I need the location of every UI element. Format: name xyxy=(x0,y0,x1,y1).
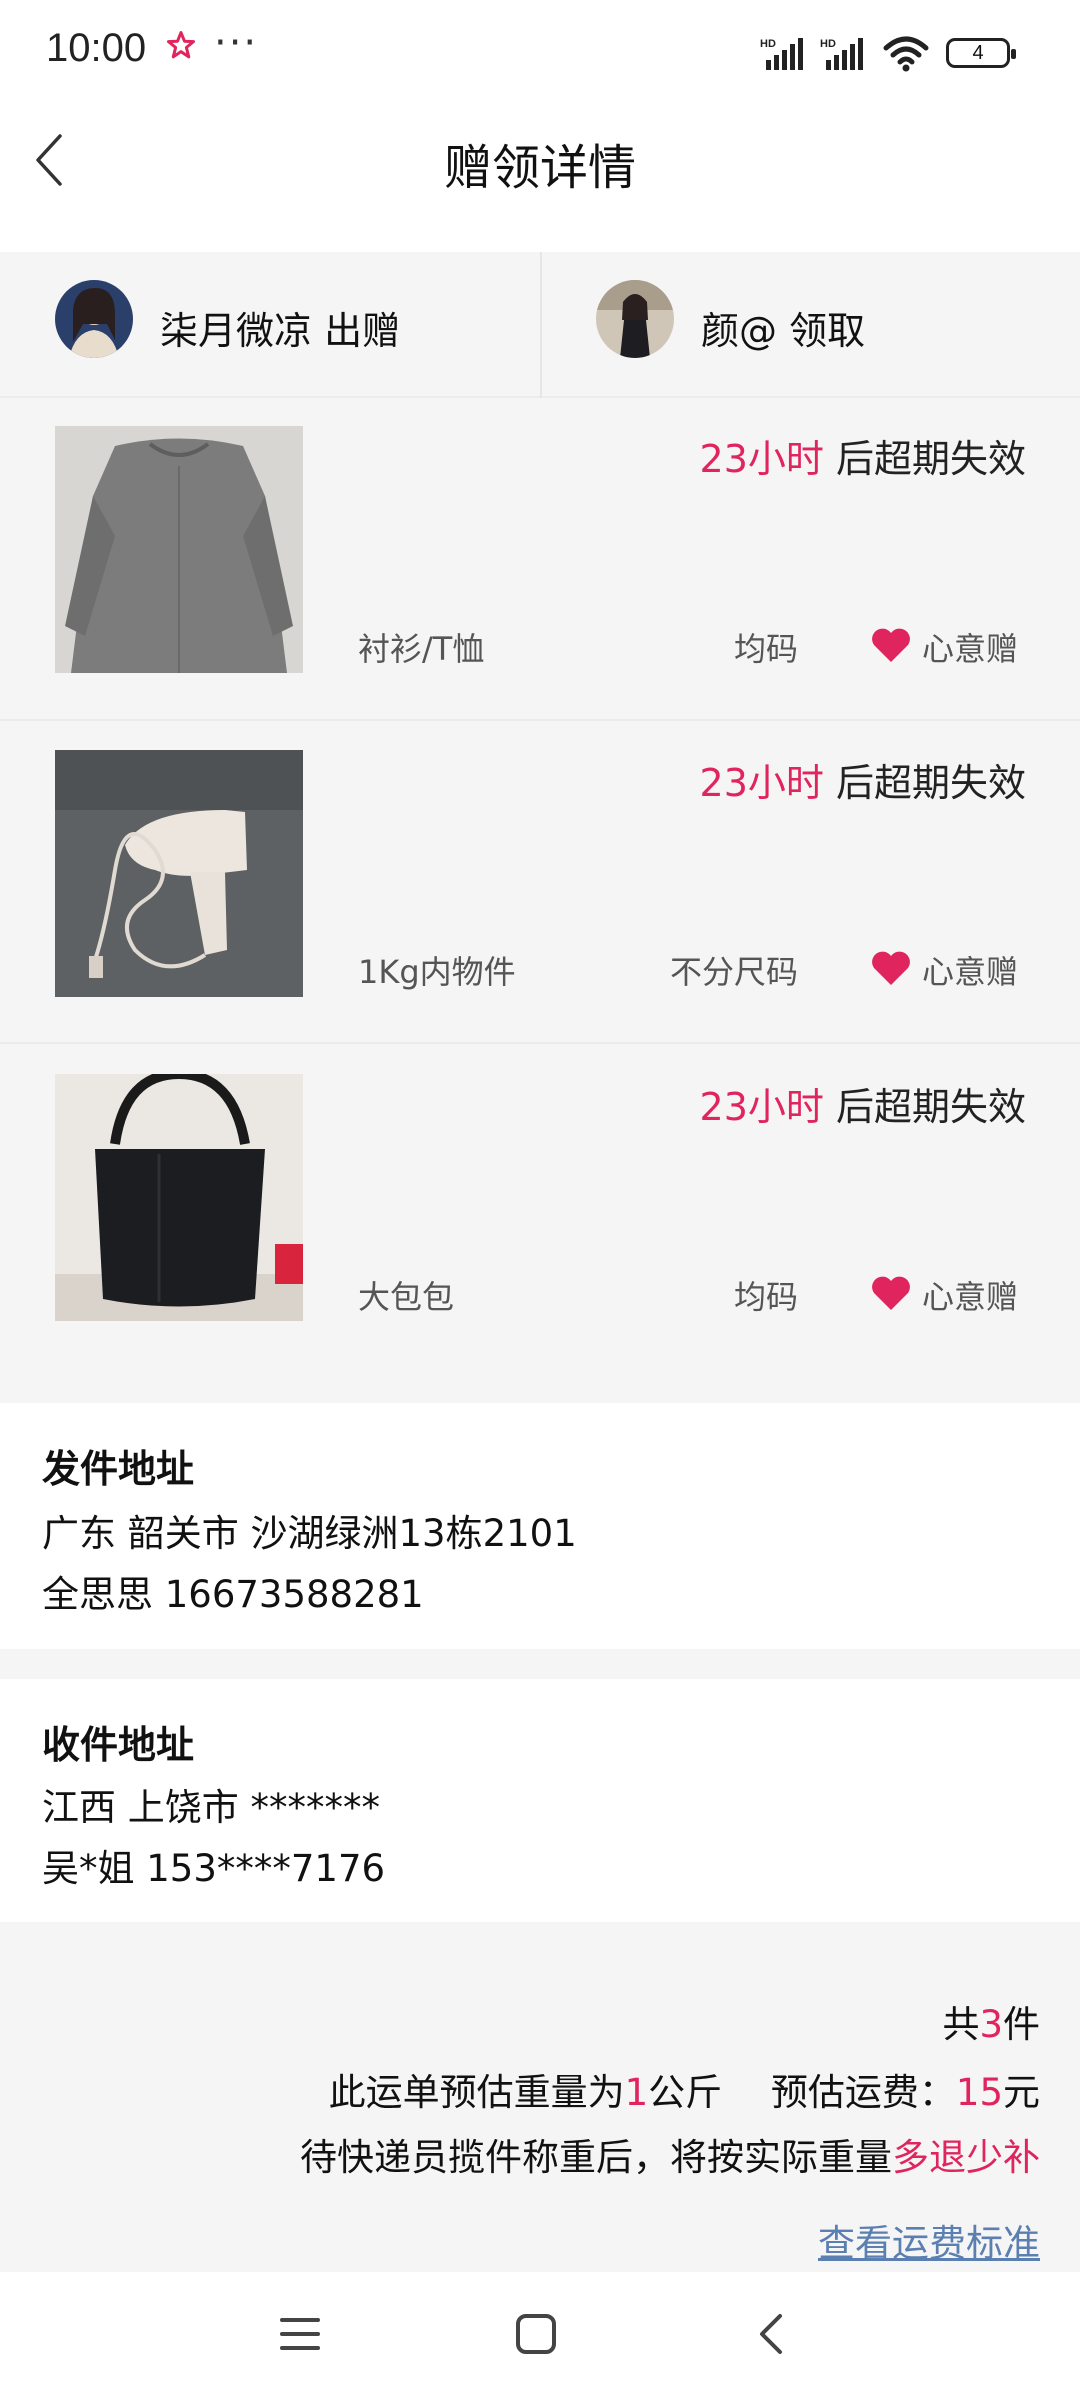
fee-value: 15 xyxy=(955,2071,1003,2114)
battery-level: 4 xyxy=(972,42,984,64)
expire-text: 23小时 后超期失效 xyxy=(700,752,1026,807)
shipping-standard-link[interactable]: 查看运费标准 xyxy=(818,2213,1040,2267)
wifi-icon xyxy=(883,36,929,72)
count-suffix: 件 xyxy=(1003,2003,1040,2046)
gift-type: 心意赠 xyxy=(922,953,1019,991)
recipient-address: 江西 上饶市 ******* xyxy=(42,1786,381,1829)
menu-icon[interactable] xyxy=(278,2314,322,2354)
heart-icon xyxy=(872,951,910,985)
expire-hours: 23小时 xyxy=(699,761,824,805)
star-icon xyxy=(166,28,196,69)
expire-text: 23小时 后超期失效 xyxy=(700,1076,1026,1131)
expire-suffix: 后超期失效 xyxy=(823,761,1026,805)
fee-unit: 元 xyxy=(1003,2071,1040,2114)
system-nav-bar xyxy=(0,2272,1080,2400)
sender-address: 广东 韶关市 沙湖绿洲13栋2101 xyxy=(42,1512,577,1555)
sender-contact: 全思思 16673588281 xyxy=(42,1573,424,1616)
receiver-avatar[interactable] xyxy=(596,280,674,358)
status-bar: 10:00 ··· HD HD 4 xyxy=(0,0,1080,100)
heart-icon xyxy=(872,628,910,662)
item-count: 共3件 xyxy=(942,1994,1040,2048)
expire-suffix: 后超期失效 xyxy=(823,1085,1026,1129)
weight-prefix: 此运单预估重量为 xyxy=(328,2071,625,2114)
status-time: 10:00 xyxy=(46,26,147,70)
home-icon[interactable] xyxy=(514,2312,558,2356)
expire-hours: 23小时 xyxy=(699,437,824,481)
more-notifications-icon: ··· xyxy=(214,20,259,66)
signal-hd-label: HD xyxy=(760,38,776,50)
note-highlight: 多退少补 xyxy=(892,2136,1040,2179)
recipient-contact: 吴*姐 153****7176 xyxy=(42,1847,386,1890)
weight-value: 1 xyxy=(624,2071,649,2114)
expire-text: 23小时 后超期失效 xyxy=(700,428,1026,483)
receiver-label[interactable]: 颜@ 领取 xyxy=(701,300,865,355)
weight-suffix: 公斤 预估运费： xyxy=(648,2071,956,2114)
item-thumbnail-handbag[interactable] xyxy=(55,1074,303,1321)
note-prefix: 待快递员揽件称重后，将按实际重量 xyxy=(300,2136,892,2179)
item-category: 大包包 xyxy=(358,1278,455,1316)
battery-icon: 4 xyxy=(946,38,1016,68)
item-thumbnail-shirt[interactable] xyxy=(55,426,303,673)
signal-icon: HD xyxy=(760,38,803,70)
recipient-heading: 收件地址 xyxy=(42,1723,195,1767)
giver-label[interactable]: 柒月微凉 出赠 xyxy=(160,300,400,355)
weight-fee-line: 此运单预估重量为1公斤 预估运费：15元 xyxy=(329,2062,1040,2116)
heart-icon xyxy=(872,1276,910,1310)
item-thumbnail-hairdryer[interactable] xyxy=(55,750,303,997)
back-icon[interactable] xyxy=(754,2310,788,2358)
parties-divider xyxy=(540,252,542,398)
count-value: 3 xyxy=(979,2003,1003,2046)
weigh-note: 待快递员揽件称重后，将按实际重量多退少补 xyxy=(300,2127,1040,2181)
expire-suffix: 后超期失效 xyxy=(823,437,1026,481)
item-category: 1Kg内物件 xyxy=(358,953,516,991)
expire-hours: 23小时 xyxy=(699,1085,824,1129)
item-size: 均码 xyxy=(733,1278,798,1316)
signal-hd-label-2: HD xyxy=(820,38,836,50)
item-category: 衬衫/T恤 xyxy=(358,630,485,668)
item-size: 不分尺码 xyxy=(669,953,798,991)
sender-heading: 发件地址 xyxy=(42,1447,195,1491)
recipient-address-card: 收件地址 江西 上饶市 ******* 吴*姐 153****7176 xyxy=(0,1679,1080,1922)
sender-address-card: 发件地址 广东 韶关市 沙湖绿洲13栋2101 全思思 16673588281 xyxy=(0,1403,1080,1649)
page-title: 赠领详情 xyxy=(443,140,636,196)
item-size: 均码 xyxy=(733,630,798,668)
gift-type: 心意赠 xyxy=(922,630,1019,668)
giver-avatar[interactable] xyxy=(55,280,133,358)
gift-type: 心意赠 xyxy=(922,1278,1019,1316)
count-prefix: 共 xyxy=(942,2003,980,2046)
signal-icon-2: HD xyxy=(820,38,863,70)
